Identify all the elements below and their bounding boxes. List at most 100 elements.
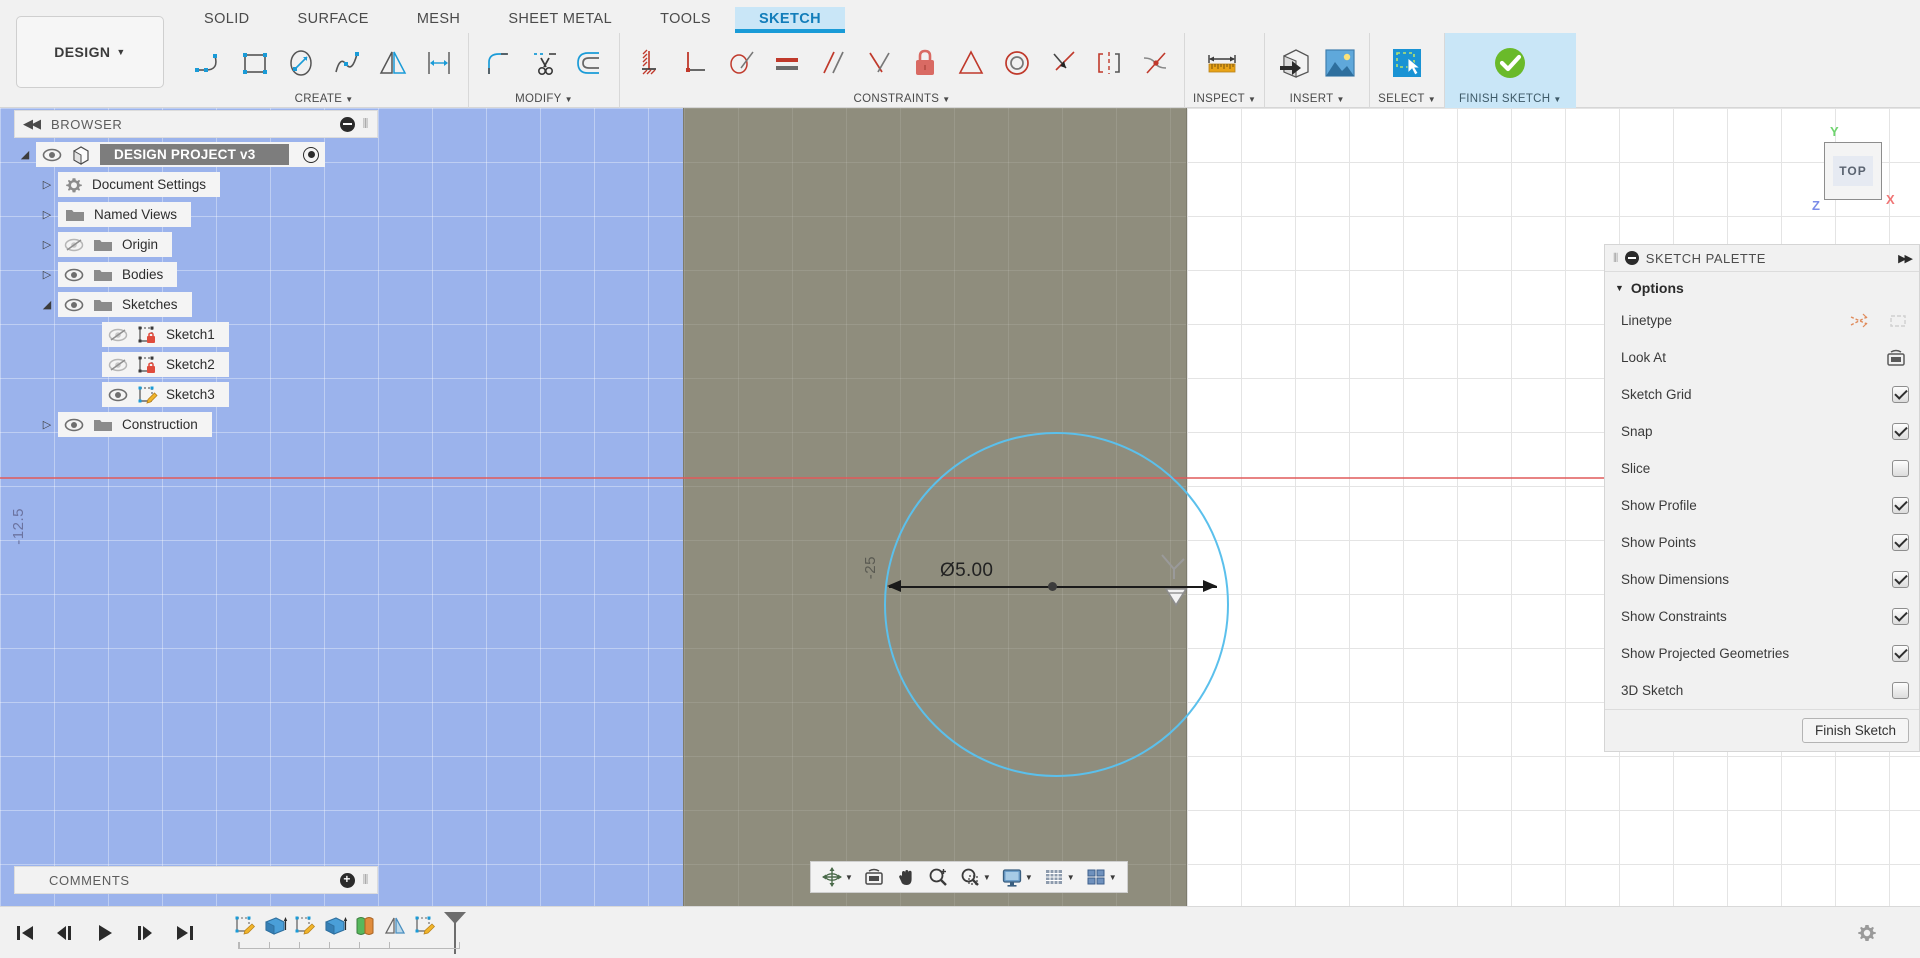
tab-tools[interactable]: TOOLS [636,7,735,33]
fillet-tool[interactable] [477,40,519,86]
collapse-left-icon[interactable]: ◀◀ [23,116,41,132]
step-forward-button[interactable] [134,923,156,943]
view-cube[interactable]: TOP Y X Z [1794,120,1902,230]
create-group-label[interactable]: CREATE ▼ [188,93,460,108]
tree-row-sketch3[interactable]: Sketch3 [14,382,394,407]
normal-linetype-icon[interactable] [1849,311,1871,331]
coincident-constraint[interactable] [720,40,762,86]
snap-checkbox[interactable] [1892,423,1909,440]
orbit-button[interactable]: ▼ [817,864,857,890]
viewports-button[interactable]: ▼ [1081,864,1121,890]
tree-row-sketches[interactable]: ◢ Sketches [14,292,394,317]
browser-minimize-button[interactable] [339,116,355,132]
expand-toggle-bodies[interactable]: ▷ [36,268,58,281]
trim-tool[interactable] [523,40,565,86]
finish-sketch-group[interactable]: FINISH SKETCH ▼ [1443,33,1576,108]
visibility-eye-off-icon-origin[interactable] [64,238,84,252]
workspace-switch-button[interactable]: DESIGN ▼ [16,16,164,88]
timeline-feature-extrude2[interactable] [320,910,350,938]
play-button[interactable] [94,923,116,943]
tab-surface[interactable]: SURFACE [274,7,393,33]
parallel-constraint[interactable] [812,40,854,86]
timeline-feature-appearance[interactable] [350,910,380,938]
timeline-feature-sketch3[interactable] [410,910,440,938]
show-projected-geometries-checkbox[interactable] [1892,645,1909,662]
show-dimensions-checkbox[interactable] [1892,571,1909,588]
tree-row-sketch2[interactable]: Sketch2 [14,352,394,377]
visibility-eye-icon-sketch3[interactable] [108,388,128,402]
perpendicular-constraint[interactable] [674,40,716,86]
equal-constraint[interactable] [766,40,808,86]
show-constraints-checkbox[interactable] [1892,608,1909,625]
mirror-tool[interactable] [372,40,414,86]
3d-sketch-checkbox[interactable] [1892,682,1909,699]
offset-tool[interactable] [569,40,611,86]
go-to-end-button[interactable] [174,923,196,943]
tree-row-origin[interactable]: ▷ Origin [14,232,394,257]
midpoint-constraint[interactable] [950,40,992,86]
zoom-window-button[interactable]: ▼ [955,864,995,890]
select-tool[interactable] [1386,40,1428,86]
browser-grip-handle[interactable]: ⦀ [363,116,369,132]
activate-component-radio[interactable] [303,146,320,163]
circle-center-point[interactable] [1048,582,1057,591]
visibility-eye-icon-sketches[interactable] [64,298,84,312]
timeline-feature-extrude1[interactable] [260,910,290,938]
look-at-icon[interactable] [1885,348,1907,368]
go-to-beginning-button[interactable] [14,923,36,943]
circle-tool[interactable] [280,40,322,86]
tree-row-document-settings[interactable]: ▷ Document Settings [14,172,394,197]
tab-sheet-metal[interactable]: SHEET METAL [484,7,636,33]
slice-checkbox[interactable] [1892,460,1909,477]
tangent-constraint[interactable] [1042,40,1084,86]
modify-group-label[interactable]: MODIFY ▼ [477,93,611,108]
visibility-eye-icon-bodies[interactable] [64,268,84,282]
pan-button[interactable] [891,864,921,890]
collapse-right-icon[interactable]: ▶▶ [1898,252,1913,265]
tab-sketch[interactable]: SKETCH [734,7,846,33]
add-comment-button[interactable]: + [339,872,355,888]
measure-tool[interactable] [1201,40,1243,86]
symmetry-constraint[interactable] [1088,40,1130,86]
expand-toggle-named-views[interactable]: ▷ [36,208,58,221]
expand-toggle-root[interactable]: ◢ [14,148,36,161]
curvature-constraint[interactable] [1134,40,1176,86]
palette-grip-handle[interactable]: ⦀ [1613,251,1619,266]
visibility-eye-icon-construction[interactable] [64,418,84,432]
diameter-dimension-label[interactable]: Ø5.00 [940,560,993,582]
inspect-group-label[interactable]: INSPECT ▼ [1193,93,1256,108]
expand-toggle-origin[interactable]: ▷ [36,238,58,251]
options-section-header[interactable]: ▼ Options [1605,272,1919,302]
select-group-label[interactable]: SELECT ▼ [1378,93,1436,108]
sketch-dimension-tool[interactable] [418,40,460,86]
sketch-grid-checkbox[interactable] [1892,386,1909,403]
timeline-feature-sketch1[interactable] [230,910,260,938]
finish-sketch-group-label[interactable]: FINISH SKETCH ▼ [1459,93,1562,108]
rectangle-tool[interactable] [234,40,276,86]
visibility-eye-icon-root[interactable] [42,148,62,162]
timeline-end-marker[interactable] [442,910,468,956]
insert-group-label[interactable]: INSERT ▼ [1273,93,1361,108]
view-cube-face[interactable]: TOP [1824,142,1882,200]
comments-grip-handle[interactable]: ⦀ [363,872,369,888]
look-at-button[interactable] [859,864,889,890]
show-points-checkbox[interactable] [1892,534,1909,551]
line-tool[interactable] [188,40,230,86]
insert-canvas-tool[interactable] [1319,40,1361,86]
fix-unfix-constraint[interactable] [628,40,670,86]
insert-derive-tool[interactable] [1273,40,1315,86]
expand-toggle-sketches[interactable]: ◢ [36,298,58,311]
step-back-button[interactable] [54,923,76,943]
angle-constraint[interactable] [858,40,900,86]
spline-tool[interactable] [326,40,368,86]
tree-row-named-views[interactable]: ▷ Named Views [14,202,394,227]
show-profile-checkbox[interactable] [1892,497,1909,514]
tab-solid[interactable]: SOLID [180,7,274,33]
palette-minimize-button[interactable] [1624,251,1639,265]
lock-constraint[interactable] [904,40,946,86]
visibility-eye-off-icon-sketch1[interactable] [108,328,128,342]
grid-snaps-button[interactable]: ▼ [1039,864,1079,890]
visibility-eye-off-icon-sketch2[interactable] [108,358,128,372]
display-settings-button[interactable]: ▼ [997,864,1037,890]
concentric-constraint[interactable] [996,40,1038,86]
